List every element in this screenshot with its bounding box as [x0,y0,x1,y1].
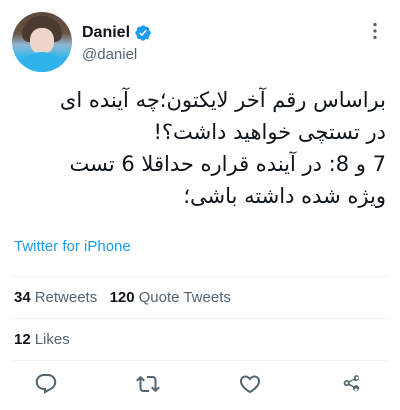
engagement-stats: 34 Retweets 120 Quote Tweets [14,289,231,306]
retweet-icon[interactable] [136,372,160,396]
likes-count: 12 [14,331,31,348]
tweet-line: 7 و 8: در آینده قراره حداقلا 6 تست [69,152,387,176]
reply-icon[interactable] [34,372,58,396]
likes-stat[interactable]: 12 Likes [14,331,70,348]
verified-badge-icon [134,24,152,42]
avatar[interactable] [12,12,72,72]
share-icon[interactable] [340,372,364,396]
like-icon[interactable] [238,372,262,396]
more-options-icon[interactable] [364,20,386,42]
divider [12,276,388,277]
tweet-line: در تستچی خواهید داشت؟! [153,120,386,144]
quote-tweets-stat[interactable]: 120 Quote Tweets [110,289,231,306]
tweet-header: Daniel @daniel [12,12,388,74]
tweet-line: ویژه شده داشته باشی؛ [183,184,386,208]
action-bar [0,366,400,402]
tweet-text: براساس رقم آخر لایکتون؛چه آینده ای در تس… [14,84,386,212]
quotes-label: Quote Tweets [138,289,231,306]
display-name[interactable]: Daniel [82,24,130,42]
author-name-row[interactable]: Daniel [82,22,152,44]
retweets-stat[interactable]: 34 Retweets [14,289,97,306]
divider [12,360,388,361]
divider [12,318,388,319]
likes-label: Likes [34,331,70,348]
tweet-line: براساس رقم آخر لایکتون؛چه آینده ای [59,88,386,112]
retweets-label: Retweets [34,289,98,306]
tweet-source-link[interactable]: Twitter for iPhone [14,238,131,255]
author-handle[interactable]: @daniel [82,46,137,63]
retweets-count: 34 [14,289,31,306]
quotes-count: 120 [109,289,135,306]
